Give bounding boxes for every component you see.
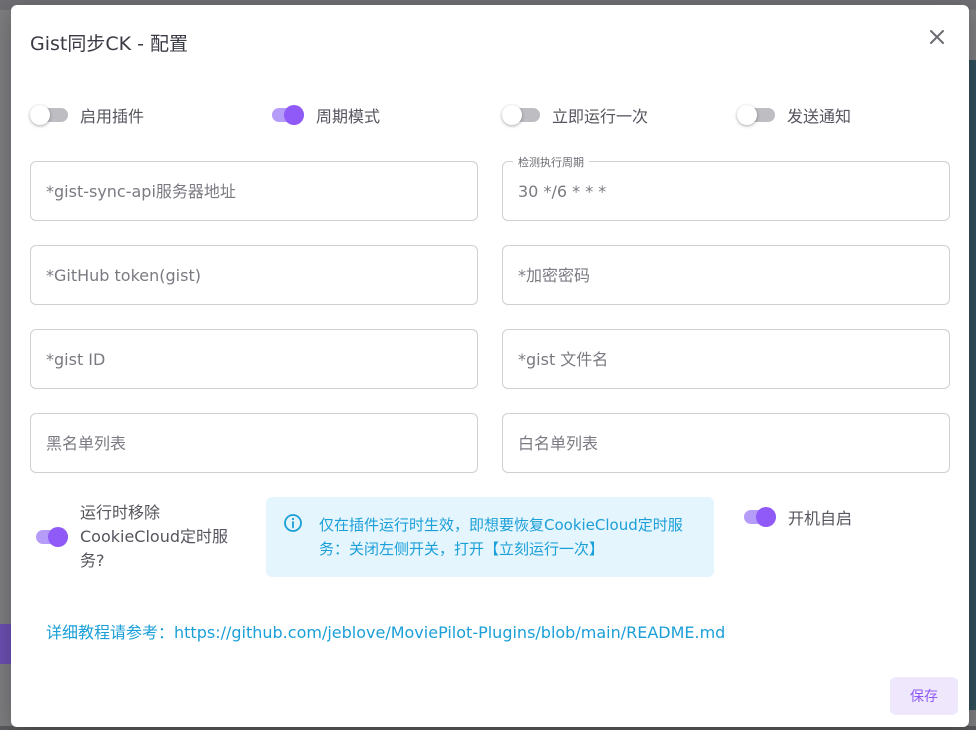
remove-cookiecloud-toggle[interactable]: 运行时移除CookieCloud定时服务? [30, 499, 250, 575]
autostart-toggle[interactable]: 开机自启 [738, 505, 852, 529]
cron-input[interactable] [518, 162, 938, 220]
send-notify-toggle[interactable]: 发送通知 [737, 103, 851, 127]
cycle-mode-switch[interactable] [266, 103, 306, 127]
run-once-switch[interactable] [502, 103, 542, 127]
api-server-field [30, 161, 478, 221]
gist-id-field [30, 329, 478, 389]
gist-id-input[interactable] [46, 330, 466, 388]
github-token-field [30, 245, 478, 305]
dialog-title: Gist同步CK - 配置 [30, 33, 189, 55]
close-button[interactable] [925, 25, 949, 49]
whitelist-field [502, 413, 950, 473]
autostart-switch[interactable] [738, 505, 778, 529]
info-alert: 仅在插件运行时生效，即想要恢复CookieCloud定时服务：关闭左侧开关，打开… [266, 497, 714, 577]
docs-reference: 详细教程请参考：https://github.com/jeblove/Movie… [46, 619, 725, 643]
docs-link[interactable]: https://github.com/jeblove/MoviePilot-Pl… [174, 623, 725, 642]
blacklist-field [30, 413, 478, 473]
background-right-panel [968, 60, 976, 710]
cron-field: 检测执行周期 [502, 154, 950, 221]
send-notify-switch[interactable] [737, 103, 777, 127]
whitelist-input[interactable] [518, 414, 938, 472]
github-token-input[interactable] [46, 246, 466, 304]
run-once-toggle[interactable]: 立即运行一次 [502, 103, 648, 127]
cycle-mode-label: 周期模式 [316, 107, 381, 126]
encrypt-password-input[interactable] [518, 246, 938, 304]
info-alert-text: 仅在插件运行时生效，即想要恢复CookieCloud定时服务：关闭左侧开关，打开… [319, 516, 683, 558]
blacklist-input[interactable] [46, 414, 466, 472]
cycle-mode-toggle[interactable]: 周期模式 [266, 103, 380, 127]
info-icon [284, 514, 302, 532]
gist-filename-input[interactable] [518, 330, 938, 388]
run-once-label: 立即运行一次 [552, 107, 649, 126]
plugin-config-dialog: Gist同步CK - 配置 启用插件 周期模式 立即运行一次 发送通知 检测执行… [11, 5, 969, 727]
remove-cookiecloud-label: 运行时移除CookieCloud定时服务? [80, 503, 229, 570]
enable-plugin-toggle[interactable]: 启用插件 [30, 103, 144, 127]
docs-prefix: 详细教程请参考： [46, 623, 175, 642]
switch-row: 启用插件 周期模式 立即运行一次 发送通知 [30, 103, 950, 131]
enable-plugin-switch[interactable] [30, 103, 70, 127]
remove-cookiecloud-switch[interactable] [30, 525, 70, 549]
send-notify-label: 发送通知 [787, 107, 852, 126]
encrypt-password-field [502, 245, 950, 305]
save-button[interactable]: 保存 [890, 677, 958, 715]
gist-filename-field [502, 329, 950, 389]
api-server-input[interactable] [46, 162, 466, 220]
autostart-label: 开机自启 [788, 509, 853, 528]
close-icon [930, 30, 944, 44]
enable-plugin-label: 启用插件 [80, 107, 145, 126]
